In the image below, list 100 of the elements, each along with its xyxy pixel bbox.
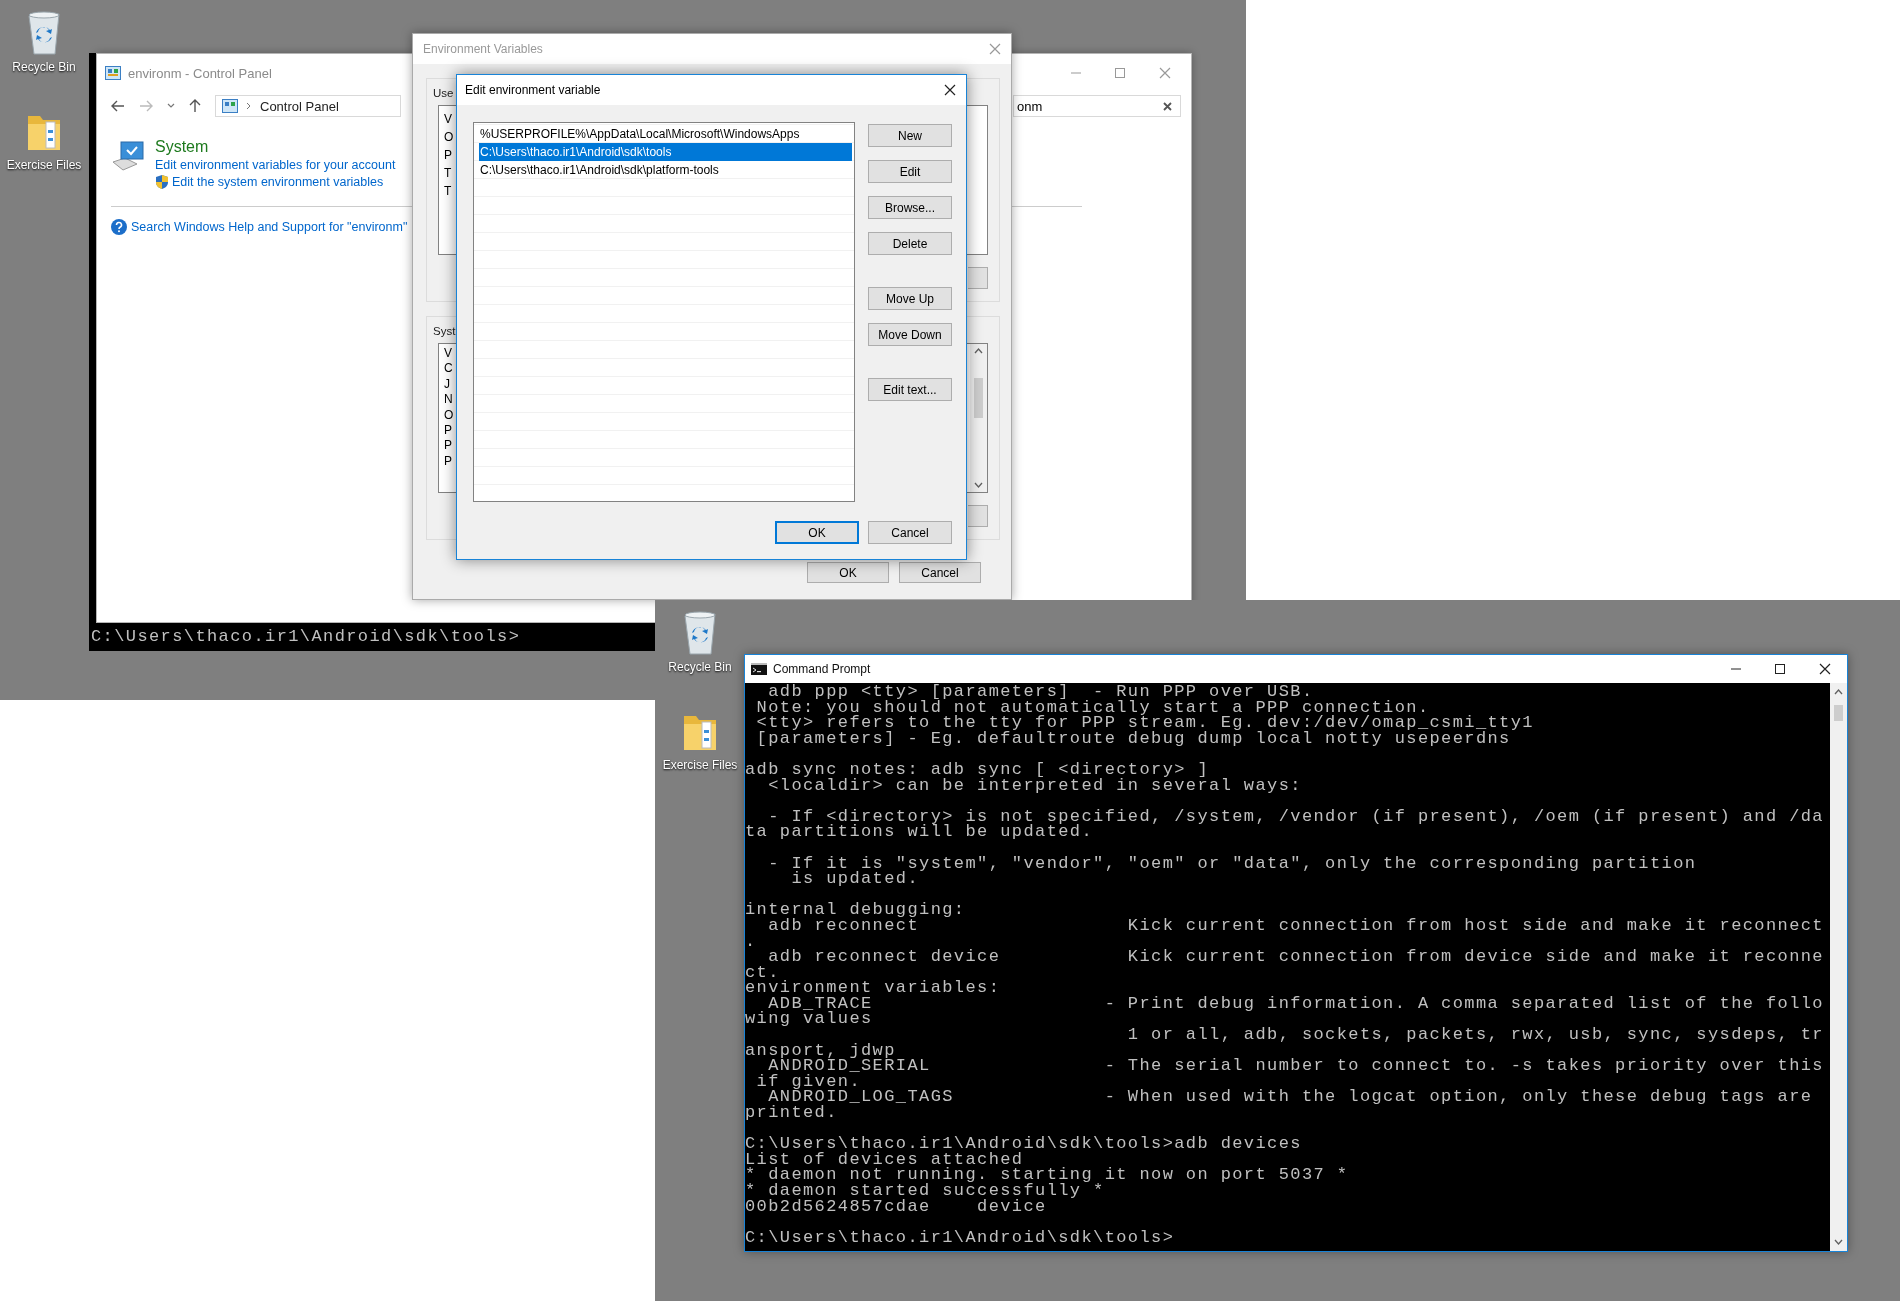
console-line: Note: you should not automatically start a PPP connection. [755,699,1430,716]
scrollbar[interactable] [970,344,987,492]
list-cell[interactable]: T [444,182,452,200]
close-icon[interactable] [1819,663,1831,675]
control-panel-icon [105,66,121,80]
cancel-button[interactable]: Cancel [899,562,981,583]
dialog-button[interactable]: New [868,124,952,147]
back-arrow-icon[interactable] [111,100,125,112]
search-text: onm [1017,98,1043,114]
console-line: * daemon started successfully * [745,1183,1106,1199]
console-line: 1 or all, adb, sockets, packets, rwx, usb, sync, sysdeps, tr [1126,1027,1825,1043]
console-text: C:\Users\thaco.ir1\Android\sdk\tools> [90,626,522,648]
dialog-title: Edit environment variable [465,83,601,97]
maximize-icon[interactable] [1775,664,1785,674]
list-cell[interactable]: J [444,376,450,393]
console-line: ANDROID_SERIAL - The serial number to connect to. -s takes priority over this [768,1058,1825,1074]
dialog-button[interactable]: Move Up [868,287,952,310]
clear-icon[interactable] [1163,101,1172,111]
cancel-button[interactable]: Cancel [868,521,952,544]
console-line: C:\Users\thaco.ir1\Android\sdk\tools>adb devices [745,1136,1303,1152]
up-arrow-icon[interactable] [189,99,201,113]
list-cell[interactable]: O [444,128,454,146]
group-label: Syst [433,325,456,337]
window-title: environm - Control Panel [128,65,273,81]
list-cell[interactable]: T [444,164,452,182]
section-title[interactable]: System [155,138,396,156]
list-cell[interactable]: P [444,422,452,439]
dialog-button[interactable]: Edit text... [868,378,952,401]
ok-button[interactable]: OK [807,562,889,583]
button[interactable] [968,267,988,289]
link[interactable]: Search Windows Help and Support for "environm" [131,220,408,234]
console-line: C:\Users\thaco.ir1\Android\sdk\tools> [745,1229,1176,1246]
icon-label: Recycle Bin [668,660,732,674]
chevron-down-icon[interactable] [167,103,175,109]
list-cell[interactable]: N [444,392,453,408]
scroll-thumb[interactable] [974,378,983,418]
column-header: V [444,346,452,362]
console-line: if given. [755,1073,862,1090]
dialog-title: Environment Variables [423,42,543,56]
list-cell[interactable]: P [444,438,452,454]
list-cell[interactable]: P [444,453,452,470]
computer-icon [111,138,145,172]
icon-label: Exercise Files [662,758,738,772]
list-item[interactable]: C:\Users\thaco.ir1\Android\sdk\platform-tools [475,161,853,179]
console-line: <tty> refers to the tty for PPP stream. Eg. dev:/dev/omap_csmi_tty1 [755,715,1535,731]
console-line: adb ppp <tty> [parameters] - Run PPP over USB. [767,684,1314,700]
console-line: . [745,933,758,950]
console-line: List of devices attached [745,1151,1024,1168]
search-field[interactable]: onm [1013,95,1181,117]
console-line: ADB_TRACE - Print debug information. A comma separated list of the follo [768,995,1825,1012]
scroll-down-icon[interactable] [1834,1239,1843,1245]
console-line: ANDROID_LOG_TAGS - When used with the logcat option, only these debug tags are [768,1089,1814,1106]
console-line: ansport, jdwp [745,1042,896,1059]
list-cell[interactable]: C [444,361,453,377]
control-panel-icon [222,99,238,113]
console-line: ct. [745,964,780,981]
column-header: V [444,111,452,128]
console-line: wing values [745,1011,874,1028]
list-cell[interactable]: P [444,146,452,164]
scroll-up-icon[interactable] [1834,689,1843,695]
console-line: 00b2d5624857cdae device [745,1198,1047,1215]
console-line: environment variables: [745,980,1002,996]
dialog-button[interactable]: Delete [868,232,952,255]
console-line: <localdir> can be interpreted in several ways: [767,777,1303,794]
console-line: - If it is "system", "vendor", "oem" or "data", only the corresponding partition [767,855,1698,872]
scrollbar[interactable] [1830,683,1847,1251]
window-title: Command Prompt [773,662,872,676]
forward-arrow-icon[interactable] [139,100,153,112]
chevron-right-icon [246,102,252,110]
link[interactable]: Edit the system environment variables [172,175,384,189]
list-item[interactable]: %USERPROFILE%\AppData\Local\Microsoft\WindowsApps [475,125,853,143]
dialog-button[interactable]: Move Down [868,323,952,346]
close-icon[interactable] [944,84,956,96]
icon-label: Recycle Bin [12,60,76,74]
dialog-button[interactable]: Browse... [868,196,952,219]
console-line: is updated. [790,871,920,887]
scroll-down-icon[interactable] [974,482,983,488]
link[interactable]: Edit environment variables for your account [155,158,396,172]
console-line: adb sync notes: adb sync [ <directory> ] [745,761,1210,778]
console-line: adb reconnect Kick current connection from host side and make it reconnect [767,917,1825,934]
dialog-button[interactable]: Edit [868,160,952,183]
console-line: internal debugging: [745,902,967,918]
group-label: Use [433,87,454,99]
console-line: printed. [745,1105,839,1121]
scroll-up-icon[interactable] [974,348,983,354]
list-cell[interactable]: O [444,407,454,423]
console-line: * daemon not running. starting it now on port 5037 * [745,1167,1350,1183]
list-item[interactable]: C:\Users\thaco.ir1\Android\sdk\tools [479,143,852,161]
button[interactable] [968,505,988,527]
icon-label: Exercise Files [6,158,82,172]
console-icon [751,663,767,675]
console-line: - If <directory> is not specified, /system, /vendor (if present), /oem (if present) and /da [767,808,1825,825]
ok-button[interactable]: OK [775,521,859,544]
console-line: [parameters] - Eg. defaultroute debug dump local notty usepeerdns [755,730,1511,747]
address-bar[interactable]: Control Panel [215,95,401,117]
console-line: ta partitions will be updated. [745,824,1094,840]
address-text: Control Panel [260,98,339,114]
console-line: adb reconnect device Kick current connection from device side and make it reconne [768,949,1825,965]
shield-icon [155,174,169,190]
scroll-thumb[interactable] [1834,705,1843,721]
